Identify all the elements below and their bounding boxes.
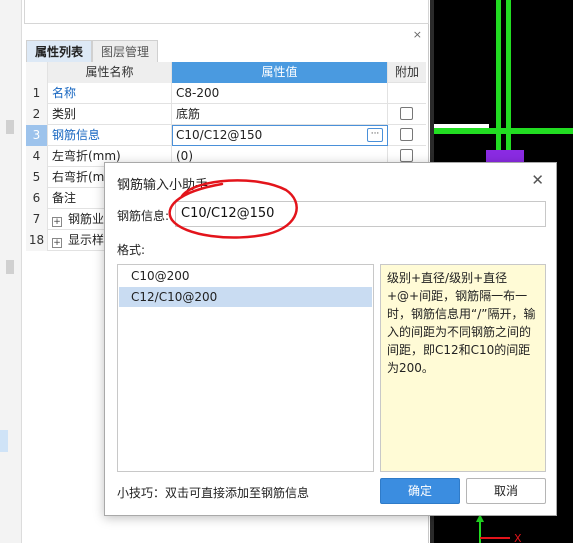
format-item[interactable]: C10@200: [119, 266, 372, 286]
row-number: 3: [26, 125, 48, 146]
row-value[interactable]: C8-200: [172, 83, 388, 104]
row-name: 名称: [48, 83, 172, 104]
row-number: 7: [26, 209, 48, 230]
format-label: 格式:: [117, 243, 146, 257]
row-number: 1: [26, 83, 48, 104]
green-beam-line: [434, 128, 573, 134]
white-edge-line: [434, 124, 489, 128]
add-checkbox[interactable]: [400, 149, 413, 162]
header-property-name: 属性名称: [48, 62, 172, 83]
cancel-button[interactable]: 取消: [466, 478, 546, 504]
ok-button[interactable]: 确定: [380, 478, 460, 504]
row-name-text: 钢筋业: [68, 212, 105, 226]
add-checkbox[interactable]: [400, 128, 413, 141]
row-name: 类别: [48, 104, 172, 125]
rebar-info-label: 钢筋信息:: [117, 209, 170, 223]
panel-top-area: [24, 0, 429, 24]
row-value-text: C10/C12@150: [176, 128, 263, 142]
sidebar-marker: [6, 260, 14, 274]
panel-tabs: 属性列表 图层管理: [26, 40, 159, 62]
row-add: [388, 83, 426, 104]
tip-text: 小技巧：双击可直接添加至钢筋信息: [117, 486, 310, 500]
format-item-selected[interactable]: C12/C10@200: [119, 287, 372, 307]
expand-icon[interactable]: +: [52, 238, 62, 248]
ellipsis-button[interactable]: ···: [367, 128, 383, 142]
row-number: 5: [26, 167, 48, 188]
row-name-text: 显示样: [68, 233, 105, 247]
add-checkbox[interactable]: [400, 107, 413, 120]
expand-icon[interactable]: +: [52, 217, 62, 227]
dialog-close-icon[interactable]: ✕: [531, 171, 544, 189]
green-column-line: [506, 0, 511, 150]
axis-x-label: X: [514, 532, 522, 543]
row-number: 6: [26, 188, 48, 209]
row-value[interactable]: 底筋: [172, 104, 388, 125]
row-name: 钢筋信息: [48, 125, 172, 146]
format-list[interactable]: C10@200 C12/C10@200: [117, 264, 374, 472]
sidebar-selection[interactable]: [0, 430, 8, 452]
row-value-rebar[interactable]: C10/C12@150 ···: [172, 125, 388, 146]
help-text-box: 级别+直径/级别+直径+@+间距，钢筋隔一布一时，钢筋信息用“/”隔开，输入的间…: [380, 264, 546, 472]
header-add: 附加: [394, 65, 419, 79]
row-add: [388, 125, 426, 146]
green-column-line: [496, 0, 501, 150]
row-number: 18: [26, 230, 48, 251]
rebar-info-input[interactable]: C10/C12@150: [175, 201, 546, 227]
tab-property-list[interactable]: 属性列表: [26, 40, 93, 62]
dialog-title: 钢筋输入小助手: [117, 178, 209, 193]
table-row[interactable]: 2 类别 底筋: [26, 104, 426, 125]
row-number: 2: [26, 104, 48, 125]
rebar-input-dialog: 钢筋输入小助手 ✕ 钢筋信息: C10/C12@150 格式: C10@200 …: [104, 162, 557, 516]
row-number: 4: [26, 146, 48, 167]
header-property-value: 属性值: [172, 62, 388, 83]
table-header-row: 属性名称 属性值 附加: [26, 62, 426, 83]
table-row-selected[interactable]: 3 钢筋信息 C10/C12@150 ···: [26, 125, 426, 146]
tab-layer-management[interactable]: 图层管理: [92, 40, 159, 62]
left-sidebar-strip: [0, 0, 22, 543]
table-row[interactable]: 1 名称 C8-200: [26, 83, 426, 104]
header-num: [26, 62, 48, 83]
panel-close-icon[interactable]: ×: [413, 28, 422, 41]
row-add: [388, 104, 426, 125]
sidebar-marker: [6, 120, 14, 134]
